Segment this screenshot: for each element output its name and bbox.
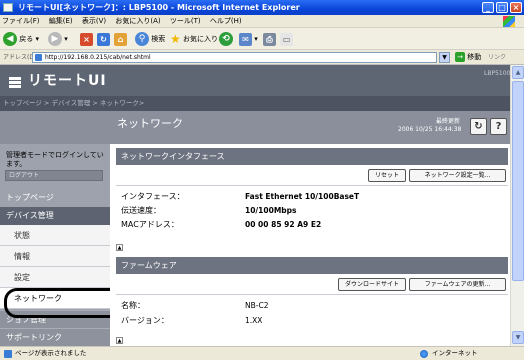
refresh-button[interactable]: ↻ bbox=[97, 31, 110, 47]
maximize-icon[interactable]: □ bbox=[496, 2, 508, 13]
sidebar-item-top-page[interactable]: トップページ bbox=[0, 189, 110, 207]
to-top-icon[interactable]: ▲ bbox=[116, 337, 123, 344]
refresh-icon: ↻ bbox=[97, 32, 110, 46]
minimize-icon[interactable]: _ bbox=[482, 2, 494, 13]
menu-help[interactable]: ヘルプ(H) bbox=[210, 17, 242, 25]
forward-button[interactable]: ▶ ▾ bbox=[48, 31, 68, 47]
page-icon bbox=[35, 54, 42, 61]
to-top-icon[interactable]: ▲ bbox=[116, 244, 123, 251]
logout-button[interactable]: ログアウト bbox=[5, 170, 103, 181]
divider bbox=[116, 294, 508, 295]
refresh-icon: ↻ bbox=[474, 121, 483, 132]
brand-title: リモートUI bbox=[28, 73, 107, 89]
highlight-callout bbox=[4, 288, 126, 318]
mac-address-label: MACアドレス： bbox=[121, 220, 179, 229]
reset-button[interactable]: リセット bbox=[368, 169, 406, 182]
address-input[interactable]: http://192.168.0.215/cab/net.shtml bbox=[32, 52, 437, 63]
interface-value: Fast Ethernet 10/100BaseT bbox=[245, 192, 360, 201]
last-update-time: 2006 10/25 16:44:38 bbox=[398, 126, 462, 133]
status-message: ページが表示されました bbox=[15, 349, 87, 357]
go-arrow-icon: → bbox=[455, 52, 465, 62]
printer-logo-icon bbox=[9, 77, 21, 88]
back-button[interactable]: ◀ 戻る ▾ bbox=[3, 31, 39, 47]
model-name: LBP5100 bbox=[484, 70, 511, 77]
firmware-version-label: バージョン： bbox=[121, 316, 169, 325]
mail-button[interactable]: ✉ ▾ bbox=[239, 31, 258, 47]
page-title: ネットワーク bbox=[117, 117, 183, 130]
sidebar-item-info[interactable]: 情報 bbox=[0, 246, 110, 267]
history-button[interactable]: ⟲ bbox=[219, 31, 233, 47]
go-button[interactable]: → 移動 bbox=[455, 52, 481, 63]
sidebar-item-status[interactable]: 状態 bbox=[0, 225, 110, 246]
network-settings-list-button[interactable]: ネットワーク設定一覧... bbox=[409, 169, 506, 182]
ie-app-icon bbox=[3, 3, 13, 12]
home-icon: ⌂ bbox=[114, 32, 127, 46]
edit-button[interactable]: ▭ bbox=[280, 31, 293, 47]
download-site-button[interactable]: ダウンロードサイト bbox=[338, 278, 406, 291]
stop-icon: × bbox=[80, 32, 93, 46]
scroll-down-icon[interactable]: ▼ bbox=[512, 331, 524, 344]
sidebar-item-support-link[interactable]: サポートリンク bbox=[0, 328, 110, 346]
star-icon: ★ bbox=[170, 32, 181, 46]
print-button[interactable]: ⎙ bbox=[263, 31, 276, 47]
divider bbox=[116, 185, 508, 186]
close-icon[interactable]: × bbox=[510, 2, 522, 13]
firmware-name-value: NB-C2 bbox=[245, 301, 269, 310]
home-button[interactable]: ⌂ bbox=[114, 31, 127, 47]
scroll-up-icon[interactable]: ▲ bbox=[512, 66, 524, 79]
menu-view[interactable]: 表示(V) bbox=[82, 17, 106, 25]
section-header-interface: ネットワークインタフェース bbox=[116, 148, 508, 165]
mail-icon: ✉ bbox=[239, 32, 252, 46]
firmware-update-button[interactable]: ファームウェアの更新... bbox=[409, 278, 506, 291]
refresh-page-button[interactable]: ↻ bbox=[470, 118, 487, 135]
forward-arrow-icon: ▶ bbox=[48, 32, 62, 46]
browser-toolbar: ◀ 戻る ▾ ▶ ▾ × ↻ ⌂ ⚲ 検索 ★ お気に入り ⟲ ✉ ▾ ⎙ ▭ bbox=[0, 28, 524, 50]
favorites-button[interactable]: ★ お気に入り bbox=[170, 31, 218, 47]
links-button[interactable]: リンク bbox=[488, 52, 506, 63]
sidebar-item-settings[interactable]: 設定 bbox=[0, 267, 110, 288]
edit-icon: ▭ bbox=[280, 32, 293, 46]
mac-address-value: 00 00 85 92 A9 E2 bbox=[245, 220, 322, 229]
last-update-label: 最終更新 bbox=[436, 118, 461, 125]
firmware-version-value: 1.XX bbox=[245, 316, 263, 325]
help-icon: ? bbox=[495, 121, 502, 132]
sidebar-item-device-management[interactable]: デバイス管理 bbox=[0, 207, 110, 225]
search-icon: ⚲ bbox=[135, 32, 149, 46]
search-button[interactable]: ⚲ 検索 bbox=[135, 31, 165, 47]
login-status-text: 管理者モードでログインしています。 bbox=[6, 151, 104, 168]
scroll-thumb[interactable] bbox=[512, 81, 524, 281]
vertical-scrollbar[interactable]: ▲ ▼ bbox=[510, 65, 524, 346]
window-title: リモートUI[ネットワーク]：: LBP5100 - Microsoft Int… bbox=[18, 3, 300, 12]
menu-favorites[interactable]: お気に入り(A) bbox=[115, 17, 160, 25]
speed-label: 伝送速度： bbox=[121, 206, 161, 215]
internet-zone-icon bbox=[420, 350, 428, 358]
menu-bar: ファイル(F) 編集(E) 表示(V) お気に入り(A) ツール(T) ヘルプ(… bbox=[0, 15, 524, 28]
menu-edit[interactable]: 編集(E) bbox=[49, 17, 73, 25]
history-icon: ⟲ bbox=[219, 32, 233, 46]
menu-file[interactable]: ファイル(F) bbox=[2, 17, 40, 25]
help-button[interactable]: ? bbox=[490, 118, 507, 135]
interface-label: インタフェース： bbox=[121, 192, 185, 201]
window-title-bar: リモートUI[ネットワーク]：: LBP5100 - Microsoft Int… bbox=[0, 0, 524, 15]
windows-logo-icon bbox=[503, 16, 515, 27]
speed-value: 10/100Mbps bbox=[245, 206, 297, 215]
print-icon: ⎙ bbox=[263, 32, 276, 46]
page-done-icon bbox=[4, 350, 12, 358]
back-arrow-icon: ◀ bbox=[3, 32, 17, 46]
security-zone: インターネット bbox=[432, 349, 478, 357]
address-bar: アドレス(D) http://192.168.0.215/cab/net.sht… bbox=[0, 50, 524, 65]
breadcrumb: トップページ > デバイス管理 > ネットワーク> bbox=[0, 96, 510, 111]
address-dropdown-icon[interactable]: ▼ bbox=[439, 52, 450, 63]
stop-button[interactable]: × bbox=[80, 31, 93, 47]
status-bar: ページが表示されました インターネット bbox=[0, 346, 524, 360]
menu-tools[interactable]: ツール(T) bbox=[170, 17, 201, 25]
firmware-name-label: 名称： bbox=[121, 301, 145, 310]
section-header-firmware: ファームウェア bbox=[116, 257, 508, 274]
